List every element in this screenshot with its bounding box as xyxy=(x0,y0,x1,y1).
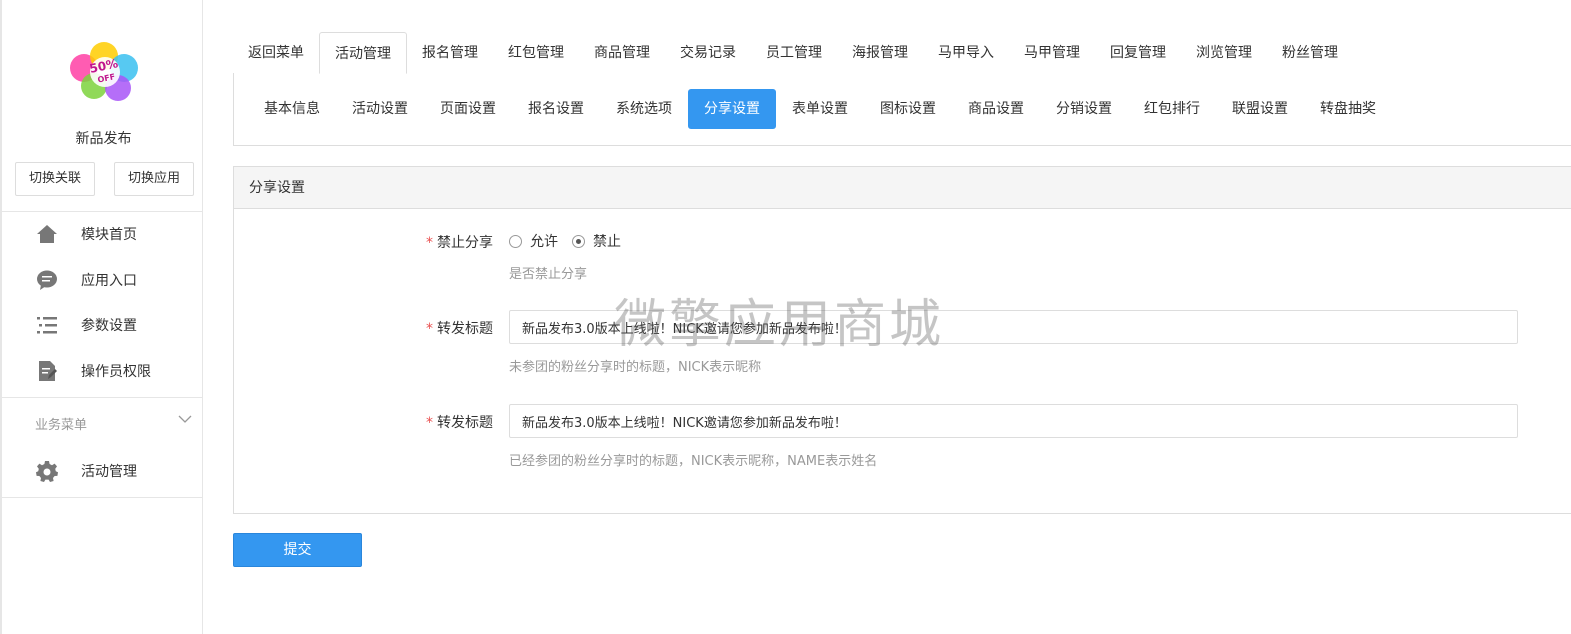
app-name: 新品发布 xyxy=(75,131,132,147)
tab-poster-management[interactable]: 海报管理 xyxy=(837,32,923,74)
subtab-page-settings[interactable]: 页面设置 xyxy=(424,89,512,129)
tab-browse-management[interactable]: 浏览管理 xyxy=(1181,32,1267,74)
subtab-share-settings[interactable]: 分享设置 xyxy=(688,89,776,129)
subtab-registration-settings[interactable]: 报名设置 xyxy=(512,89,600,129)
sidebar-divider xyxy=(2,397,203,398)
tab-registration-management[interactable]: 报名管理 xyxy=(407,32,493,74)
radio-forbid-dot[interactable] xyxy=(572,234,585,248)
app-logo: 50% OFF xyxy=(64,38,146,106)
subtab-product-settings[interactable]: 商品设置 xyxy=(952,89,1040,129)
tab-activity-management[interactable]: 活动管理 xyxy=(319,32,407,74)
tab-vest-management[interactable]: 马甲管理 xyxy=(1009,32,1095,74)
subtab-activity-settings[interactable]: 活动设置 xyxy=(336,89,424,129)
sidebar-item-module-home[interactable]: 模块首页 xyxy=(2,214,203,254)
list-icon xyxy=(35,313,59,337)
business-menu-title: 业务菜单 xyxy=(35,418,88,433)
top-tabs: 返回菜单 活动管理 报名管理 红包管理 商品管理 交易记录 员工管理 海报管理 … xyxy=(233,32,1353,74)
sidebar-item-label: 活动管理 xyxy=(81,464,137,480)
sidebar-item-operator-permission[interactable]: 操作员权限 xyxy=(2,351,203,391)
sidebar-item-app-entry[interactable]: 应用入口 xyxy=(2,260,203,300)
home-icon xyxy=(35,222,59,246)
sidebar-item-params[interactable]: 参数设置 xyxy=(2,305,203,345)
subtab-wheel-lottery[interactable]: 转盘抽奖 xyxy=(1304,89,1392,129)
panel-title: 分享设置 xyxy=(234,167,1571,209)
required-mark: * xyxy=(426,321,433,337)
disable-share-help: 是否禁止分享 xyxy=(509,267,588,282)
sub-tabs: 基本信息 活动设置 页面设置 报名设置 系统选项 分享设置 表单设置 图标设置 … xyxy=(248,89,1392,129)
sub-tabs-panel: 基本信息 活动设置 页面设置 报名设置 系统选项 分享设置 表单设置 图标设置 … xyxy=(233,73,1571,146)
gear-icon xyxy=(35,459,59,483)
sidebar: 50% OFF 新品发布 切换关联 切换应用 模块首页 应用入口 参数设置 操作… xyxy=(0,0,203,634)
share-title-2-label-text: 转发标题 xyxy=(437,415,493,431)
submit-button[interactable]: 提交 xyxy=(233,533,362,567)
subtab-basic-info[interactable]: 基本信息 xyxy=(248,89,336,129)
radio-allow-label: 允许 xyxy=(530,234,558,250)
switch-app-button[interactable]: 切换应用 xyxy=(114,162,194,196)
sidebar-item-label: 模块首页 xyxy=(81,227,137,243)
sidebar-item-activity-management[interactable]: 活动管理 xyxy=(2,451,203,491)
radio-forbid[interactable]: 禁止 xyxy=(572,231,621,251)
radio-forbid-label: 禁止 xyxy=(593,234,621,250)
disable-share-label-text: 禁止分享 xyxy=(437,235,493,251)
required-mark: * xyxy=(426,415,433,431)
required-mark: * xyxy=(426,235,433,251)
share-title-1-label-text: 转发标题 xyxy=(437,321,493,337)
document-edit-icon xyxy=(35,359,59,383)
chevron-down-icon[interactable] xyxy=(178,412,192,428)
share-title-2-help: 已经参团的粉丝分享时的标题，NICK表示昵称，NAME表示姓名 xyxy=(509,454,878,469)
sidebar-divider xyxy=(2,497,203,498)
tab-red-packet-management[interactable]: 红包管理 xyxy=(493,32,579,74)
tab-transaction-records[interactable]: 交易记录 xyxy=(665,32,751,74)
radio-allow-dot[interactable] xyxy=(509,234,522,248)
sidebar-item-label: 参数设置 xyxy=(81,318,137,334)
switch-link-button[interactable]: 切换关联 xyxy=(15,162,95,196)
tab-staff-management[interactable]: 员工管理 xyxy=(751,32,837,74)
subtab-red-packet-ranking[interactable]: 红包排行 xyxy=(1128,89,1216,129)
tab-product-management[interactable]: 商品管理 xyxy=(579,32,665,74)
share-settings-panel: 分享设置 *禁止分享 允许 禁止 是否禁止分享 *转发标题 未参团的粉丝分享时的… xyxy=(233,166,1571,514)
tab-back-menu[interactable]: 返回菜单 xyxy=(233,32,319,74)
sidebar-item-label: 操作员权限 xyxy=(81,364,151,380)
subtab-alliance-settings[interactable]: 联盟设置 xyxy=(1216,89,1304,129)
radio-allow[interactable]: 允许 xyxy=(509,231,558,251)
share-title-1-help: 未参团的粉丝分享时的标题，NICK表示昵称 xyxy=(509,360,762,375)
sidebar-item-label: 应用入口 xyxy=(81,273,137,289)
subtab-icon-settings[interactable]: 图标设置 xyxy=(864,89,952,129)
tab-fans-management[interactable]: 粉丝管理 xyxy=(1267,32,1353,74)
tab-vest-import[interactable]: 马甲导入 xyxy=(923,32,1009,74)
chat-icon xyxy=(35,268,59,292)
tab-reply-management[interactable]: 回复管理 xyxy=(1095,32,1181,74)
subtab-form-settings[interactable]: 表单设置 xyxy=(776,89,864,129)
disable-share-label: * 禁止分享 xyxy=(234,232,493,252)
share-title-2-input[interactable] xyxy=(509,404,1518,438)
sidebar-divider xyxy=(2,211,203,212)
disable-share-radio-group: 允许 禁止 xyxy=(509,231,635,251)
subtab-system-options[interactable]: 系统选项 xyxy=(600,89,688,129)
share-title-1-label: * 转发标题 xyxy=(234,318,493,338)
share-title-1-input[interactable] xyxy=(509,310,1518,344)
share-title-2-label: * 转发标题 xyxy=(234,412,493,432)
subtab-distribution-settings[interactable]: 分销设置 xyxy=(1040,89,1128,129)
